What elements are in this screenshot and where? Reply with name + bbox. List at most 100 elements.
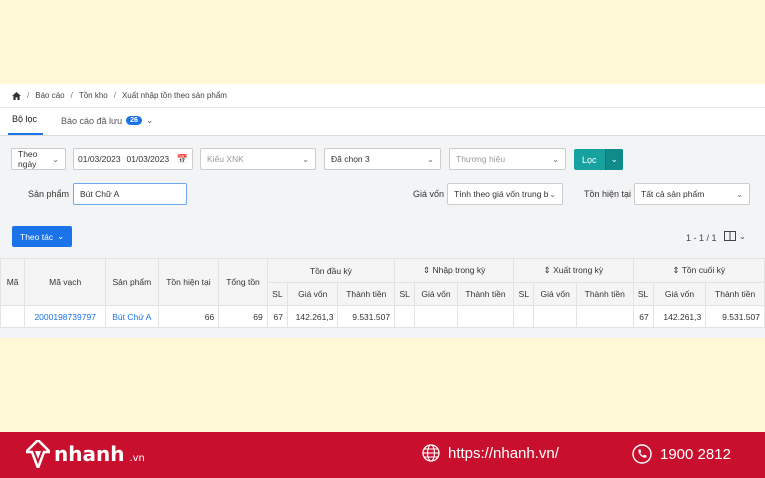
chevron-down-icon: ⌄ [427,154,434,164]
home-icon[interactable] [12,91,21,100]
chevron-down-icon: ⌄ [57,231,65,241]
report-table: Mã Mã vạch Sản phẩm Tồn hiện tại Tổng tồ… [0,258,765,328]
logo-text: nhanh [54,442,125,466]
tab-bar: Bộ lọc Báo cáo đã lưu 26 ⌄ [0,108,765,136]
period-select[interactable]: Theo ngày ⌄ [11,148,66,170]
cell-ma [0,305,26,328]
table-row: 2000198739797 Bút Chứ A 66 69 67 142.261… [0,305,765,328]
columns-toggle-icon[interactable]: ⌄ [724,231,746,241]
stock-value: Tất cả sản phẩm [641,189,705,199]
filter-button[interactable]: Lọc ⌄ [574,149,624,170]
logo-suffix: .vn [129,452,145,464]
chevron-down-icon: ⌄ [549,189,556,199]
tab-saved-reports[interactable]: Báo cáo đã lưu 26 ⌄ [43,115,159,135]
col-gia-von[interactable]: Giá vốn [286,282,339,306]
filter-button-label[interactable]: Lọc [574,155,605,165]
cell-xuat-sl [513,305,535,328]
date-to: 01/03/2023 [126,154,170,164]
col-group-cuoi[interactable]: ⇕ Tồn cuối kỳ [632,258,765,283]
barcode-link[interactable]: 2000198739797 [24,305,107,328]
col-group-xuat[interactable]: ⇕ Xuất trong kỳ [513,258,634,283]
pagination-text: 1 - 1 / 1 [686,233,717,243]
col-thanh-tien[interactable]: Thành tiền [575,282,634,306]
selected-value: Đã chọn 3 [331,154,370,164]
col-ma-vach[interactable]: Mã vạch [24,258,107,306]
cell-nhap-sl [394,305,416,328]
col-sl[interactable]: SL [266,282,288,306]
breadcrumb: / Báo cáo / Tồn kho / Xuất nhập tồn theo… [0,84,765,108]
tab-filter[interactable]: Bộ lọc [8,114,44,135]
brand-select[interactable]: Thương hiệu ⌄ [449,148,566,170]
chevron-down-icon: ⌄ [302,154,309,164]
cell-cuoi-gia: 142.261,3 [652,305,707,328]
tab-saved-label: Báo cáo đã lưu [61,115,123,126]
xnk-placeholder: Kiểu XNK [207,154,244,164]
phone-icon [632,444,652,464]
report-app: / Báo cáo / Tồn kho / Xuất nhập tồn theo… [0,84,765,338]
col-group-nhap[interactable]: ⇕ Nhập trong kỳ [394,258,515,283]
cell-cuoi-sl: 67 [632,305,654,328]
cell-ton-hien-tai: 66 [157,305,220,328]
hotline[interactable]: 1900 2812 [632,444,731,464]
stock-select[interactable]: Tất cả sản phẩm ⌄ [634,183,750,205]
xnk-select[interactable]: Kiểu XNK ⌄ [200,148,316,170]
logo-mark-icon [26,440,50,468]
actions-button-label: Theo tác [20,231,54,242]
cuoi-label: Tồn cuối kỳ [681,265,726,275]
col-gia-von[interactable]: Giá vốn [533,282,577,306]
actions-button[interactable]: Theo tác ⌄ [12,226,73,247]
cell-cuoi-tien: 9.531.507 [705,305,765,328]
chevron-down-icon: ⌄ [736,189,743,199]
cell-nhap-tien [456,305,515,328]
saved-count-badge: 26 [126,116,142,125]
product-link[interactable]: Bút Chứ A [105,305,159,328]
website-url: https://nhanh.vn/ [448,444,559,462]
brand-placeholder: Thương hiệu [456,154,506,164]
cost-label: Giá vốn [413,189,445,199]
cost-value: Tính theo giá vốn trung bìr [454,189,550,199]
date-range-input[interactable]: 01/03/2023 01/03/2023 📅 [73,148,193,170]
selected-select[interactable]: Đã chọn 3 ⌄ [324,148,441,170]
cell-xuat-gia [533,305,577,328]
col-sl[interactable]: SL [513,282,535,306]
col-sl[interactable]: SL [632,282,654,306]
chevron-down-icon: ⌄ [145,115,154,125]
nhap-label: Nhập trong kỳ [432,265,486,275]
date-from: 01/03/2023 [78,154,121,164]
cell-dau-sl: 67 [266,305,288,328]
col-tong-ton[interactable]: Tổng tồn [218,258,268,306]
breadcrumb-item-ton-kho[interactable]: Tồn kho [79,91,108,100]
cost-select[interactable]: Tính theo giá vốn trung bìr ⌄ [447,183,563,205]
chevron-down-icon: ⌄ [552,154,559,164]
col-thanh-tien[interactable]: Thành tiền [705,282,765,306]
col-ton-hien-tai[interactable]: Tồn hiện tại [157,258,220,306]
col-gia-von[interactable]: Giá vốn [652,282,707,306]
product-value: Bút Chữ A [80,189,120,199]
period-value: Theo ngày [18,149,38,169]
cell-dau-tien: 9.531.507 [337,305,396,328]
col-sl[interactable]: SL [394,282,416,306]
website-link[interactable]: https://nhanh.vn/ [422,444,559,462]
col-ma[interactable]: Mã [0,258,26,306]
col-thanh-tien[interactable]: Thành tiền [337,282,396,306]
breadcrumb-item-bao-cao[interactable]: Báo cáo [35,91,64,100]
calendar-icon[interactable]: 📅 [177,154,188,165]
cell-nhap-gia [414,305,458,328]
cell-dau-gia: 142.261,3 [286,305,339,328]
stock-label: Tồn hiện tại [584,189,632,199]
globe-icon [422,444,440,462]
chevron-down-icon[interactable]: ⌄ [604,149,624,170]
xuat-label: Xuất trong kỳ [553,265,604,275]
cell-xuat-tien [575,305,634,328]
cell-tong-ton: 69 [218,305,268,328]
hotline-number: 1900 2812 [660,445,731,463]
col-group-ton-dau-ky[interactable]: Tồn đầu kỳ [266,258,396,283]
col-san-pham[interactable]: Sản phẩm [105,258,159,306]
nhanh-logo: nhanh .vn [26,440,145,468]
product-label: Sản phẩm [28,189,70,199]
product-input[interactable]: Bút Chữ A [73,183,187,205]
chevron-down-icon: ⌄ [52,154,59,164]
breadcrumb-item-current: Xuất nhập tồn theo sản phẩm [121,91,227,100]
col-thanh-tien[interactable]: Thành tiền [456,282,515,306]
col-gia-von[interactable]: Giá vốn [414,282,458,306]
